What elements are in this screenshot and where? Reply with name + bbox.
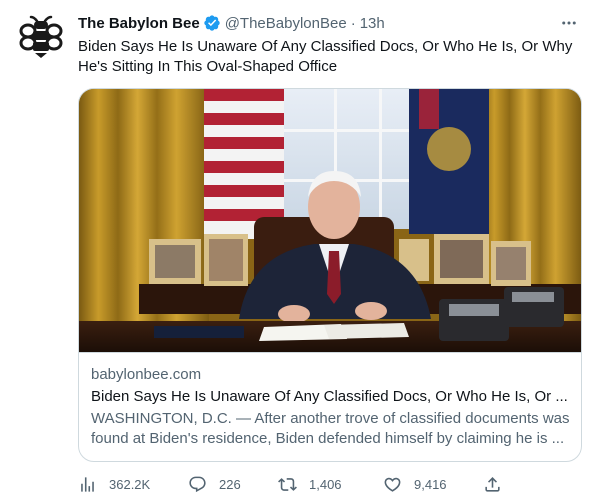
article-photo[interactable] xyxy=(79,89,581,352)
reply-icon xyxy=(189,476,206,492)
like-button[interactable]: 9,416 xyxy=(383,472,447,496)
action-bar: 362.2K 226 1,406 9,416 xyxy=(78,472,518,496)
link-card[interactable]: babylonbee.com Biden Says He Is Unaware … xyxy=(78,88,582,462)
share-button[interactable] xyxy=(483,472,502,496)
retweet-icon xyxy=(278,477,297,491)
views-icon xyxy=(81,476,94,492)
display-name[interactable]: The Babylon Bee xyxy=(78,15,200,32)
reply-count: 226 xyxy=(219,476,241,492)
timestamp[interactable]: 13h xyxy=(360,15,385,32)
like-count: 9,416 xyxy=(414,476,447,492)
card-domain: babylonbee.com xyxy=(91,366,202,383)
bee-logo-icon[interactable] xyxy=(19,14,63,58)
verified-badge-icon xyxy=(204,15,220,31)
tweet[interactable]: The Babylon Bee @TheBabylonBee · 13h Bid… xyxy=(0,0,598,504)
tweet-header: The Babylon Bee @TheBabylonBee · 13h xyxy=(78,13,385,33)
separator-dot: · xyxy=(350,14,356,32)
handle[interactable]: @TheBabylonBee xyxy=(225,15,347,32)
card-divider xyxy=(79,352,581,353)
like-icon xyxy=(384,477,401,492)
more-options-icon[interactable] xyxy=(558,12,580,34)
tweet-text: Biden Says He Is Unaware Of Any Classifi… xyxy=(78,38,573,75)
views-button[interactable]: 362.2K xyxy=(78,472,150,496)
card-meta: babylonbee.com Biden Says He Is Unaware … xyxy=(91,365,571,449)
card-title[interactable]: Biden Says He Is Unaware Of Any Classifi… xyxy=(91,387,571,407)
views-count: 362.2K xyxy=(109,476,151,492)
reply-button[interactable]: 226 xyxy=(188,472,241,496)
card-description: WASHINGTON, D.C. — After another trove o… xyxy=(91,410,570,447)
share-icon xyxy=(485,476,500,492)
retweet-button[interactable]: 1,406 xyxy=(278,472,342,496)
retweet-count: 1,406 xyxy=(309,476,342,492)
